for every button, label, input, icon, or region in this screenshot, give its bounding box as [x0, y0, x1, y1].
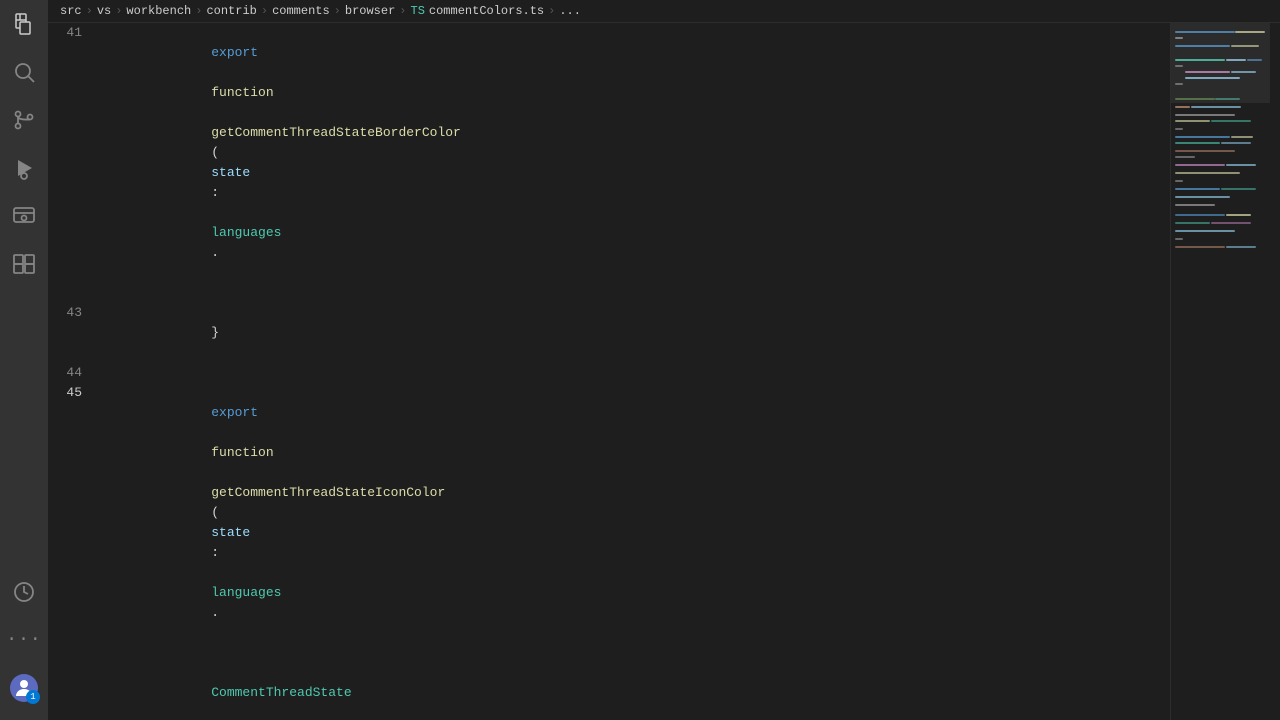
- remote-explorer-icon[interactable]: [0, 192, 48, 240]
- breadcrumb-src[interactable]: src: [60, 4, 82, 18]
- main-editor: src › vs › workbench › contrib › comment…: [48, 0, 1280, 720]
- breadcrumb-browser[interactable]: browser: [345, 4, 395, 18]
- token-fn-name: getCommentThreadStateBorderColor: [211, 125, 461, 140]
- line-content: export function getCommentThreadStateBor…: [98, 23, 1170, 283]
- extensions-icon[interactable]: [0, 240, 48, 288]
- token-export: export: [211, 405, 258, 420]
- breadcrumb-ts-icon: TS: [411, 4, 425, 18]
- scrollbar[interactable]: [1270, 23, 1280, 720]
- token-export: export: [211, 45, 258, 60]
- line-content: CommentThreadState | undefined , theme :…: [98, 643, 1170, 720]
- timeline-icon[interactable]: [0, 568, 48, 616]
- token-function: function: [211, 445, 273, 460]
- table-row: CommentThreadState | undefined , theme :…: [48, 643, 1170, 720]
- table-row: [48, 283, 1170, 303]
- source-control-icon[interactable]: [0, 96, 48, 144]
- search-icon[interactable]: [0, 48, 48, 96]
- code-area[interactable]: 41 export function getCommentThreadState…: [48, 23, 1170, 720]
- token-fn-name: getCommentThreadStateIconColor: [211, 485, 445, 500]
- notification-badge: 1: [26, 690, 40, 704]
- line-number: [48, 643, 98, 720]
- line-number: 44: [48, 363, 98, 383]
- line-content: [98, 363, 1170, 383]
- line-content: [98, 283, 1170, 303]
- table-row: 43 }: [48, 303, 1170, 363]
- editor-area: 41 export function getCommentThreadState…: [48, 23, 1280, 720]
- table-row: 41 export function getCommentThreadState…: [48, 23, 1170, 283]
- table-row: 45 export function getCommentThreadState…: [48, 383, 1170, 643]
- breadcrumb-contrib[interactable]: contrib: [206, 4, 256, 18]
- files-icon[interactable]: [0, 0, 48, 48]
- breadcrumb: src › vs › workbench › contrib › comment…: [48, 0, 1280, 23]
- line-number: 41: [48, 23, 98, 283]
- breadcrumb-workbench[interactable]: workbench: [126, 4, 191, 18]
- activity-bar: ··· 1: [0, 0, 48, 720]
- token-function: function: [211, 85, 273, 100]
- breadcrumb-vs[interactable]: vs: [97, 4, 111, 18]
- line-content: export function getCommentThreadStateIco…: [98, 383, 1170, 643]
- more-label: ···: [6, 630, 41, 650]
- line-content: }: [98, 303, 1170, 363]
- line-number: 43: [48, 303, 98, 363]
- breadcrumb-more[interactable]: ...: [559, 4, 581, 18]
- run-debug-icon[interactable]: [0, 144, 48, 192]
- table-row: 44: [48, 363, 1170, 383]
- line-number: [48, 283, 98, 303]
- avatar[interactable]: 1: [0, 664, 48, 712]
- more-icon[interactable]: ···: [0, 616, 48, 664]
- breadcrumb-filename[interactable]: commentColors.ts: [429, 4, 544, 18]
- line-number: 45: [48, 383, 98, 643]
- minimap-canvas: [1171, 23, 1270, 720]
- breadcrumb-comments[interactable]: comments: [272, 4, 330, 18]
- code-table: 41 export function getCommentThreadState…: [48, 23, 1170, 720]
- minimap[interactable]: [1170, 23, 1270, 720]
